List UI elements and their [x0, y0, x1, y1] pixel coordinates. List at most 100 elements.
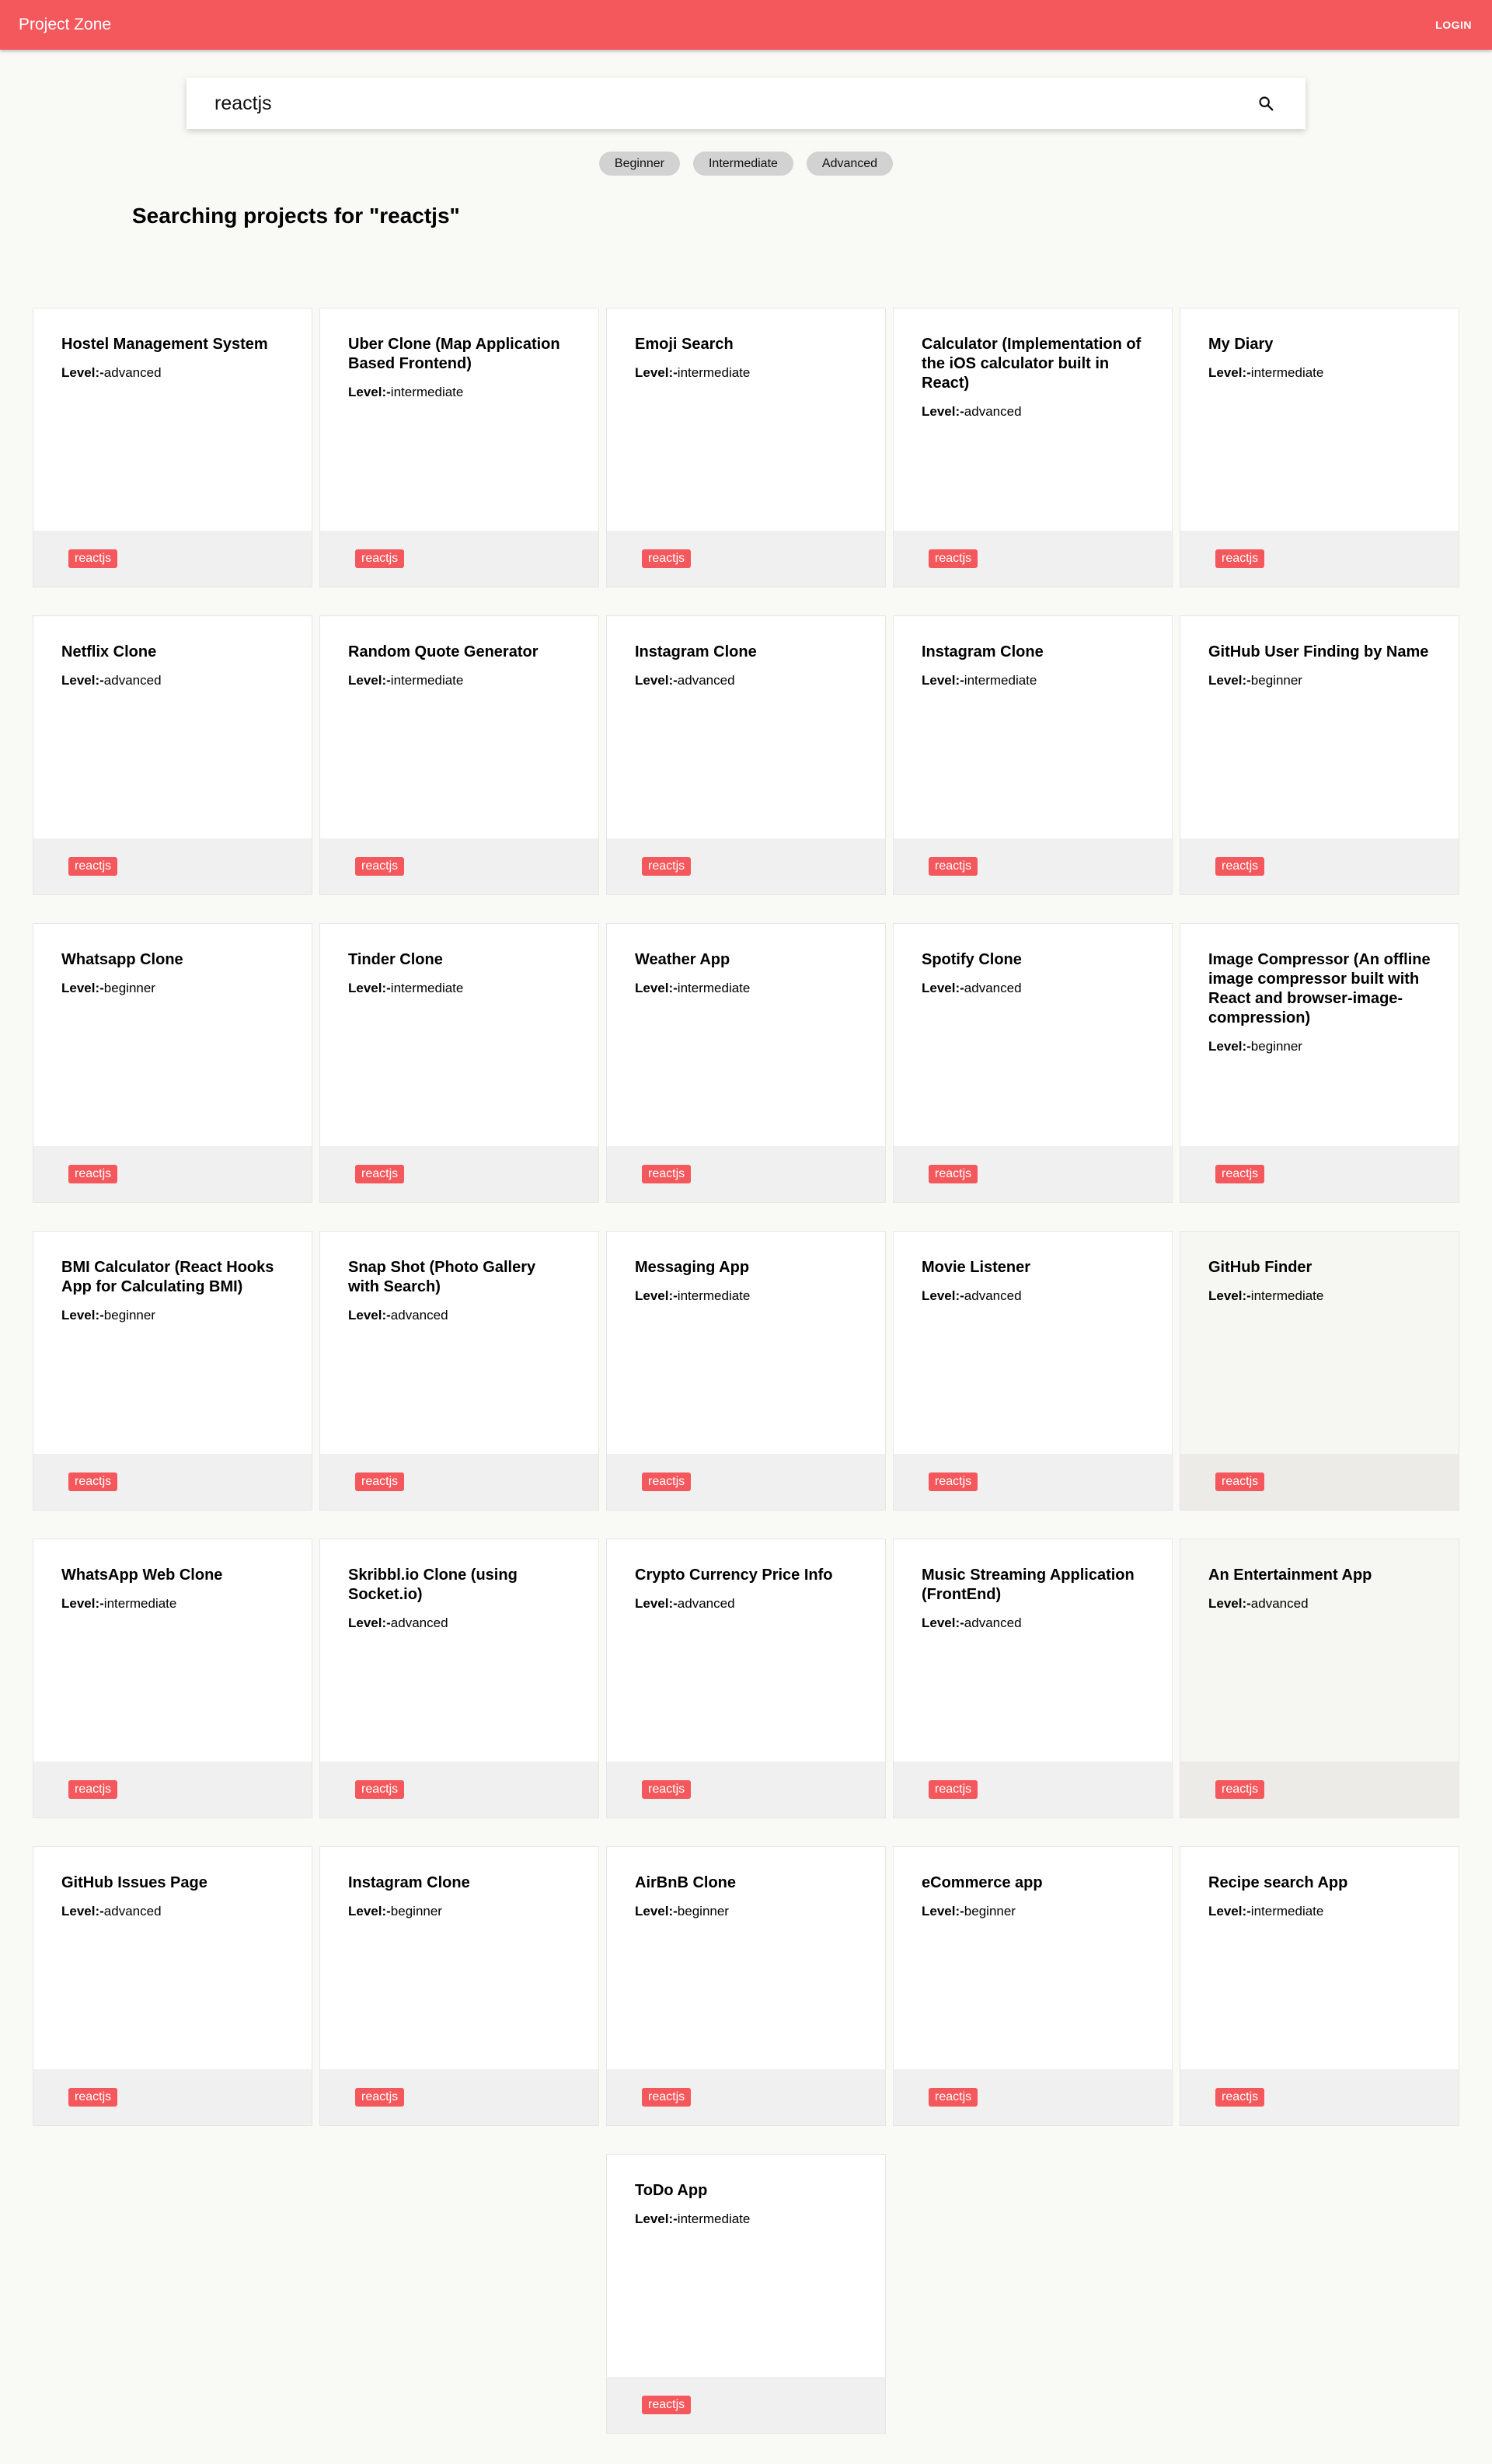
project-title: Recipe search App	[1208, 1874, 1348, 1891]
project-card[interactable]: Calculator (Implementation of the iOS ca…	[893, 308, 1173, 587]
project-tag[interactable]: reactjs	[68, 1472, 118, 1491]
project-tag[interactable]: reactjs	[929, 1780, 978, 1799]
project-card[interactable]: Instagram Clone Level:-intermediate reactj…	[893, 615, 1173, 895]
project-card[interactable]: Image Compressor (An offline image compr…	[1180, 923, 1459, 1203]
project-card-footer: reactjs	[894, 1762, 1172, 1818]
project-card[interactable]: AirBnB Clone Level:-beginner reactjs	[606, 1846, 886, 2126]
project-tag[interactable]: reactjs	[355, 857, 405, 876]
project-card[interactable]: WhatsApp Web Clone Level:-intermediate rea…	[33, 1539, 312, 1818]
project-card[interactable]: Netflix Clone Level:-advanced reactjs	[33, 615, 312, 895]
project-card[interactable]: Snap Shot (Photo Gallery with Search) Lev…	[319, 1231, 599, 1511]
level-label: Level:-	[1208, 1904, 1251, 1919]
level-label: Level:-	[348, 1308, 391, 1323]
project-tag[interactable]: reactjs	[929, 549, 978, 568]
project-tag[interactable]: reactjs	[642, 549, 692, 568]
project-card[interactable]: Instagram Clone Level:-advanced reactjs	[606, 615, 886, 895]
project-title: Weather App	[635, 951, 730, 968]
project-tag[interactable]: reactjs	[355, 2088, 405, 2107]
project-card[interactable]: Spotify Clone Level:-advanced reactjs	[893, 923, 1173, 1203]
project-tag[interactable]: reactjs	[68, 1165, 118, 1183]
project-tag[interactable]: reactjs	[929, 857, 978, 876]
project-tag[interactable]: reactjs	[642, 857, 692, 876]
project-tag[interactable]: reactjs	[1215, 857, 1265, 876]
project-card-footer: reactjs	[33, 531, 312, 587]
project-card[interactable]: Crypto Currency Price Info Level:-advance…	[606, 1539, 886, 1818]
project-title: Instagram Clone	[348, 1874, 470, 1891]
project-card[interactable]: GitHub Issues Page Level:-advanced reactjs	[33, 1846, 312, 2126]
project-card[interactable]: Music Streaming Application (FrontEnd) Le…	[893, 1539, 1173, 1818]
login-button[interactable]: LOGIN	[1434, 12, 1473, 37]
filter-chip-beginner[interactable]: Beginner	[598, 152, 680, 176]
filter-chip-advanced[interactable]: Advanced	[806, 152, 894, 176]
project-tag[interactable]: reactjs	[642, 1165, 692, 1183]
project-title: Skribbl.io Clone (using Socket.io)	[348, 1567, 518, 1603]
project-card-body: Snap Shot (Photo Gallery with Search) Lev…	[320, 1232, 598, 1455]
project-tag[interactable]: reactjs	[1215, 1165, 1265, 1183]
project-tag[interactable]: reactjs	[1215, 2088, 1265, 2107]
project-card[interactable]: Emoji Search Level:-intermediate reactjs	[606, 308, 886, 587]
project-tag[interactable]: reactjs	[929, 1165, 978, 1183]
project-card[interactable]: An Entertainment App Level:-advanced react…	[1180, 1539, 1459, 1818]
project-tag[interactable]: reactjs	[929, 1472, 978, 1491]
level-filter-chips: Beginner Intermediate Advanced	[0, 152, 1492, 176]
project-tag[interactable]: reactjs	[355, 1780, 405, 1799]
project-card[interactable]: Recipe search App Level:-intermediate reac…	[1180, 1846, 1459, 2126]
level-value: advanced	[103, 1904, 162, 1919]
project-card[interactable]: Random Quote Generator Level:-intermediat…	[319, 615, 599, 895]
project-tag[interactable]: reactjs	[68, 857, 118, 876]
project-tag[interactable]: reactjs	[1215, 1472, 1265, 1491]
project-card[interactable]: GitHub User Finding by Name Level:-beginn…	[1180, 615, 1459, 895]
project-tag[interactable]: reactjs	[642, 2088, 692, 2107]
app-title[interactable]: Project Zone	[19, 16, 111, 34]
project-card-footer: reactjs	[33, 1454, 312, 1510]
project-tag[interactable]: reactjs	[68, 549, 118, 568]
project-tag[interactable]: reactjs	[642, 1780, 692, 1799]
level-value: beginner	[103, 1308, 155, 1323]
project-card[interactable]: Movie Listener Level:-advanced reactjs	[893, 1231, 1173, 1511]
project-card[interactable]: eCommerce app Level:-beginner reactjs	[893, 1846, 1173, 2126]
project-card-footer: reactjs	[33, 1146, 312, 1202]
project-title: My Diary	[1208, 336, 1274, 353]
project-tag[interactable]: reactjs	[355, 549, 405, 568]
project-title: Music Streaming Application (FrontEnd)	[922, 1567, 1135, 1603]
project-card[interactable]: Whatsapp Clone Level:-beginner reactjs	[33, 923, 312, 1203]
project-tag[interactable]: reactjs	[642, 2396, 692, 2414]
level-value: advanced	[964, 404, 1022, 419]
project-card[interactable]: ToDo App Level:-intermediate reactjs	[606, 2154, 886, 2434]
project-card[interactable]: Hostel Management System Level:-advanced r…	[33, 308, 312, 587]
project-tag[interactable]: reactjs	[355, 1165, 405, 1183]
project-card-body: Skribbl.io Clone (using Socket.io) Level:…	[320, 1539, 598, 1762]
project-card[interactable]: My Diary Level:-intermediate reactjs	[1180, 308, 1459, 587]
project-card[interactable]: Uber Clone (Map Application Based Fronte…	[319, 308, 599, 587]
level-label: Level:-	[348, 981, 391, 995]
project-tag[interactable]: reactjs	[68, 2088, 118, 2107]
project-card[interactable]: GitHub Finder Level:-intermediate reactjs	[1180, 1231, 1459, 1511]
level-value: beginner	[1250, 673, 1302, 688]
project-level: Level:-beginner	[61, 981, 284, 996]
project-card[interactable]: Skribbl.io Clone (using Socket.io) Level:…	[319, 1539, 599, 1818]
project-title: Spotify Clone	[922, 951, 1022, 968]
project-card[interactable]: Tinder Clone Level:-intermediate reactjs	[319, 923, 599, 1203]
project-card-footer: reactjs	[33, 2069, 312, 2125]
project-tag[interactable]: reactjs	[1215, 549, 1265, 568]
project-tag[interactable]: reactjs	[642, 1472, 692, 1491]
level-value: intermediate	[390, 981, 464, 995]
project-tag[interactable]: reactjs	[355, 1472, 405, 1491]
search-icon[interactable]	[1254, 92, 1278, 115]
level-value: advanced	[964, 1615, 1022, 1630]
project-card[interactable]: Messaging App Level:-intermediate reactjs	[606, 1231, 886, 1511]
project-card[interactable]: BMI Calculator (React Hooks App for Calc…	[33, 1231, 312, 1511]
app-bar: Project Zone LOGIN	[0, 0, 1492, 50]
project-tag[interactable]: reactjs	[929, 2088, 978, 2107]
project-card[interactable]: Instagram Clone Level:-beginner reactjs	[319, 1846, 599, 2126]
project-card-body: ToDo App Level:-intermediate	[607, 2155, 885, 2378]
level-label: Level:-	[635, 2211, 678, 2226]
project-tag[interactable]: reactjs	[68, 1780, 118, 1799]
level-label: Level:-	[1208, 1288, 1251, 1303]
filter-chip-intermediate[interactable]: Intermediate	[692, 152, 793, 176]
search-input[interactable]	[214, 92, 1254, 115]
project-tag[interactable]: reactjs	[1215, 1780, 1265, 1799]
project-title: AirBnB Clone	[635, 1874, 736, 1891]
project-card[interactable]: Weather App Level:-intermediate reactjs	[606, 923, 886, 1203]
project-card-footer: reactjs	[320, 1762, 598, 1818]
